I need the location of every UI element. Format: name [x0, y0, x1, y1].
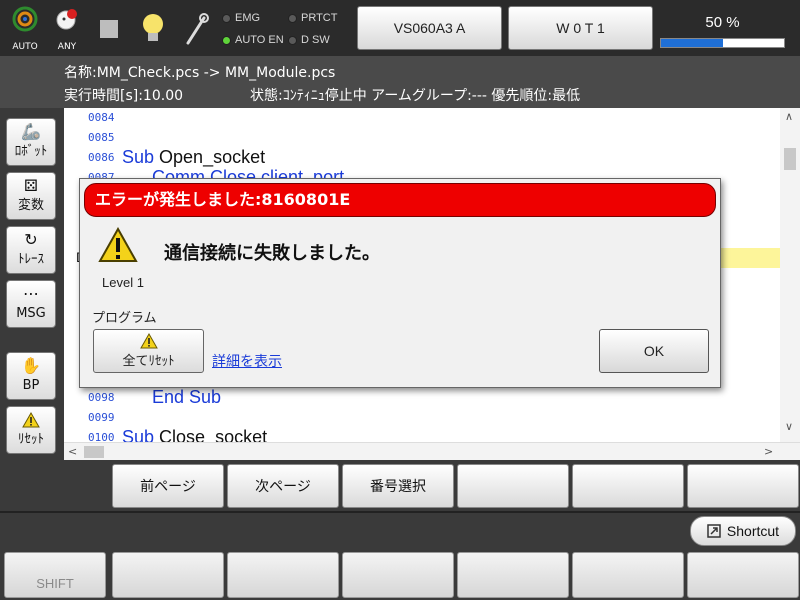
variables-button[interactable]: ⚄ 変数	[6, 172, 56, 220]
vertical-scrollbar[interactable]: ∧ ∨	[780, 108, 800, 442]
scroll-left-icon[interactable]: <	[68, 445, 77, 458]
dsw-led	[288, 35, 297, 45]
stop-square-icon	[100, 20, 118, 38]
dsw-label: D SW	[301, 34, 330, 46]
prtct-indicator: PRTCT	[288, 12, 337, 24]
robot-button[interactable]: 🦾 ﾛﾎﾞｯﾄ	[6, 118, 56, 166]
error-dialog-title: エラーが発生しました:8160801E	[84, 183, 716, 217]
trace-button-label: ﾄﾚｰｽ	[18, 252, 44, 267]
scroll-right-icon[interactable]: >	[764, 445, 773, 458]
error-level: Level 1	[102, 275, 144, 290]
top-status-bar: AUTO ANY EMG PRTCT AUTO EN D SW VS060A3 …	[0, 0, 800, 56]
msg-button[interactable]: ⋯ MSG	[6, 280, 56, 328]
prtct-led	[288, 13, 297, 23]
show-details-link[interactable]: 詳細を表示	[212, 351, 282, 371]
prev-page-button[interactable]: 前ページ	[112, 464, 224, 508]
number-select-button[interactable]: 番号選択	[342, 464, 454, 508]
reset-all-label: 全てﾘｾｯﾄ	[122, 354, 175, 369]
function-key-2[interactable]	[227, 552, 339, 598]
any-mode-label: ANY	[57, 42, 77, 52]
horizontal-scrollbar[interactable]: < >	[64, 442, 800, 460]
breakpoint-button-label: BP	[22, 378, 40, 393]
work-select-button[interactable]: W 0 T 1	[508, 6, 653, 50]
ok-button[interactable]: OK	[599, 329, 709, 373]
page-button-empty-3[interactable]	[687, 464, 799, 508]
variables-button-label: 変数	[17, 198, 44, 213]
function-key-1[interactable]	[112, 552, 224, 598]
msg-button-label: MSG	[16, 306, 46, 321]
shortcut-arrow-icon	[707, 524, 721, 538]
reset-button[interactable]: ﾘｾｯﾄ	[6, 406, 56, 454]
trace-icon: ↻	[24, 230, 38, 249]
exec-time: 実行時間[s]:10.00	[64, 88, 184, 104]
speed-label: 50 %	[705, 14, 740, 31]
auto-mode-icon	[12, 6, 38, 32]
robot-select-button[interactable]: VS060A3 A	[357, 6, 502, 50]
program-info-bar: 名称:MM_Check.pcs -> MM_Module.pcs 実行時間[s]…	[0, 56, 800, 108]
function-key-3[interactable]	[342, 552, 454, 598]
left-sidebar: 🦾 ﾛﾎﾞｯﾄ ⚄ 変数 ↻ ﾄﾚｰｽ ⋯ MSG ✋ BP ﾘｾｯﾄ	[0, 108, 60, 464]
run-status: 状態:ｺﾝﾃｨﾆｭ停止中 アームグループ:--- 優先順位:最低	[250, 88, 581, 104]
line-number: 0100	[88, 431, 115, 442]
divider	[0, 511, 800, 513]
scroll-down-icon[interactable]: ∨	[785, 420, 793, 433]
next-page-button[interactable]: 次ページ	[227, 464, 339, 508]
wrench-icon	[186, 13, 209, 45]
auto-en-indicator: AUTO EN	[222, 34, 284, 46]
function-key-4[interactable]	[457, 552, 569, 598]
page-button-empty-1[interactable]	[457, 464, 569, 508]
breakpoint-button[interactable]: ✋ BP	[6, 352, 56, 400]
vertical-scroll-thumb[interactable]	[784, 148, 796, 170]
auto-mode-label: AUTO	[12, 42, 38, 52]
horizontal-scroll-thumb[interactable]	[84, 446, 104, 458]
program-name: 名称:MM_Check.pcs -> MM_Module.pcs	[64, 65, 336, 81]
dsw-indicator: D SW	[288, 34, 330, 46]
any-mode-indicator: ANY	[50, 6, 84, 52]
reset-all-button[interactable]: 全てﾘｾｯﾄ	[93, 329, 204, 373]
code-line: Sub Open_socket	[122, 147, 265, 168]
auto-mode-indicator: AUTO	[8, 6, 42, 52]
hand-stop-icon: ✋	[21, 356, 41, 375]
line-number: 0086	[88, 151, 115, 164]
page-button-empty-2[interactable]	[572, 464, 684, 508]
shortcut-button[interactable]: Shortcut	[690, 516, 796, 546]
warning-icon	[139, 333, 158, 349]
emg-label: EMG	[235, 12, 261, 24]
error-dialog: エラーが発生しました:8160801E Level 1 通信接続に失敗しました。…	[79, 178, 721, 388]
warning-icon	[7, 407, 55, 431]
speed-bar[interactable]	[660, 38, 785, 48]
emg-led	[222, 13, 231, 23]
auto-en-led	[222, 35, 231, 45]
message-bubble-icon: ⋯	[23, 284, 39, 303]
scroll-up-icon[interactable]: ∧	[785, 110, 793, 123]
robot-arm-icon: 🦾	[21, 122, 41, 141]
line-number: 0098	[88, 391, 115, 404]
function-key-6[interactable]	[687, 552, 799, 598]
code-line: Sub Close_socket	[122, 427, 267, 442]
code-text: Close_socket	[154, 427, 268, 442]
auto-en-label: AUTO EN	[235, 34, 284, 46]
trace-button[interactable]: ↻ ﾄﾚｰｽ	[6, 226, 56, 274]
code-keyword: Sub	[122, 427, 155, 442]
code-keyword: Sub	[122, 147, 155, 167]
emg-indicator: EMG	[222, 12, 260, 24]
lightbulb-icon	[143, 14, 163, 41]
shift-button[interactable]: SHIFT	[4, 552, 106, 598]
function-key-5[interactable]	[572, 552, 684, 598]
any-mode-icon	[56, 9, 77, 30]
line-number: 0099	[88, 411, 115, 424]
line-number: 0085	[88, 131, 115, 144]
dice-icon: ⚄	[24, 176, 38, 195]
code-line: End Sub	[122, 387, 222, 407]
line-number: 0084	[88, 111, 115, 124]
prtct-label: PRTCT	[301, 12, 338, 24]
reset-button-label: ﾘｾｯﾄ	[18, 432, 44, 447]
program-section-label: プログラム	[92, 311, 157, 326]
warning-icon	[98, 227, 138, 262]
error-message: 通信接続に失敗しました。	[164, 243, 380, 264]
code-text: Open_socket	[154, 147, 266, 167]
speed-bar-fill	[661, 39, 723, 47]
shortcut-label: Shortcut	[726, 523, 780, 539]
robot-button-label: ﾛﾎﾞｯﾄ	[14, 144, 48, 159]
